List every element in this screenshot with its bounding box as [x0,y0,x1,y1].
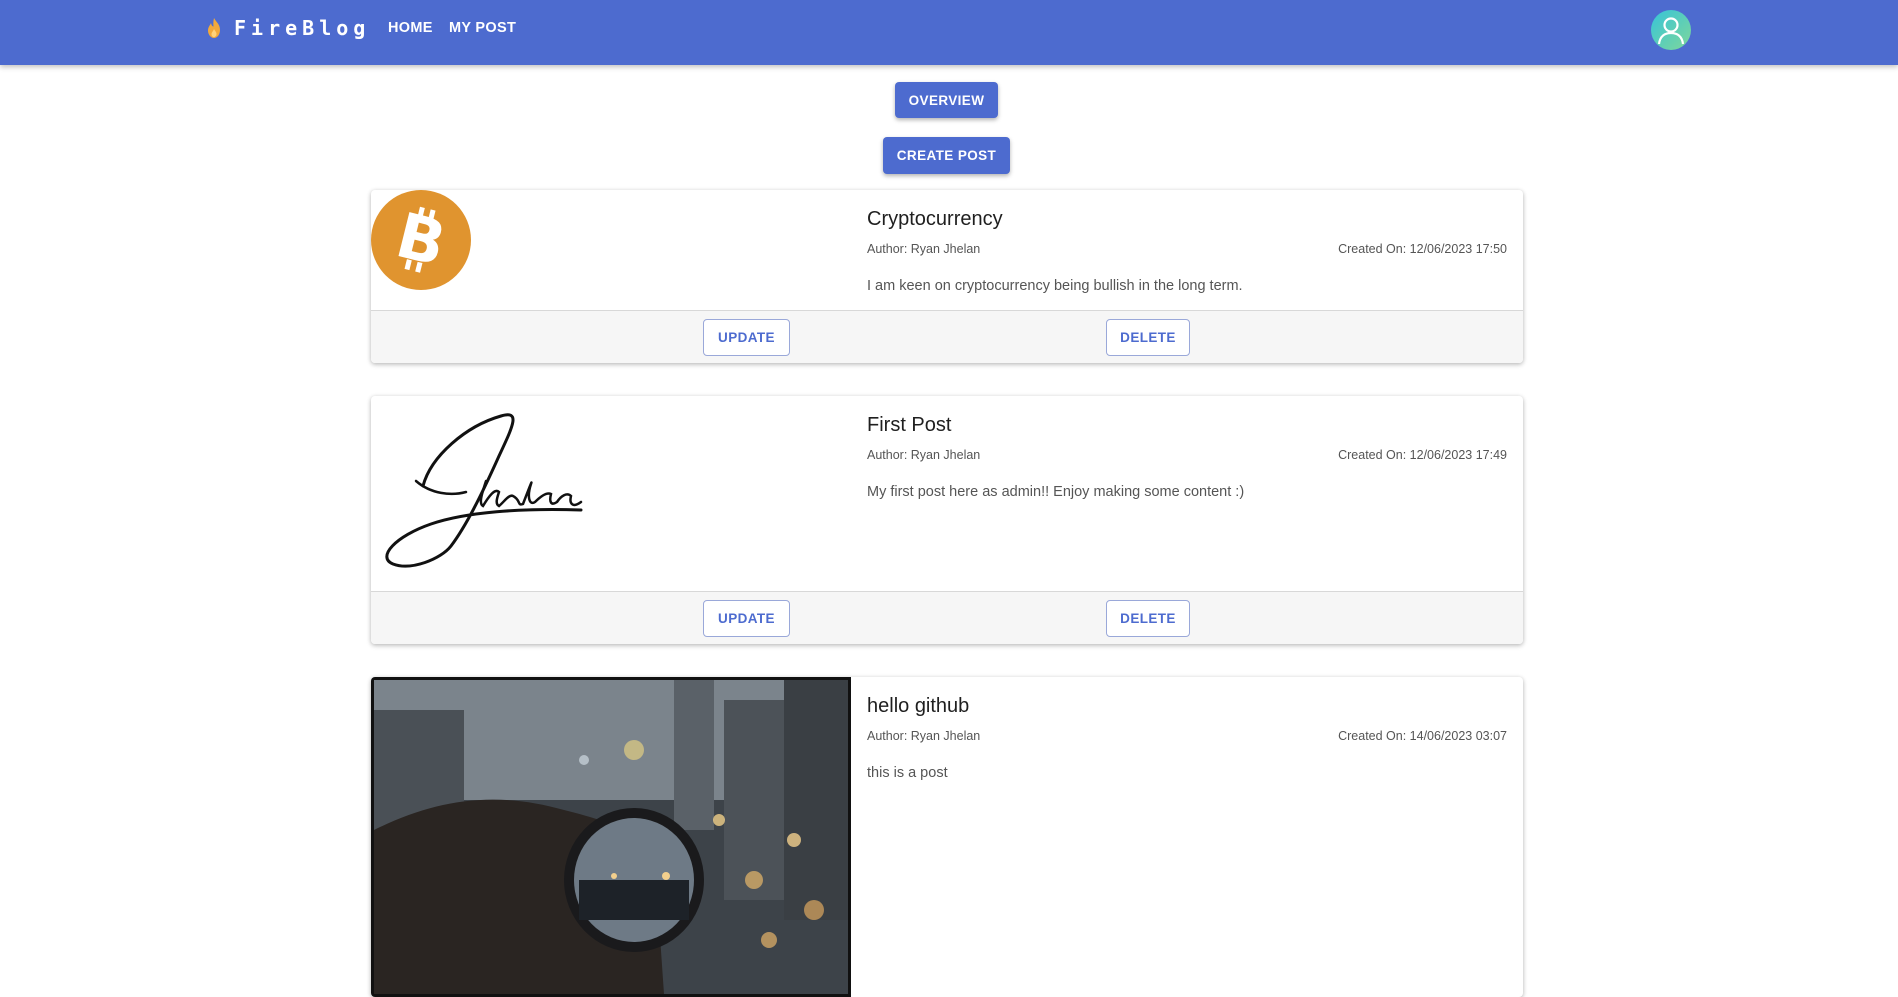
post-author: Author: Ryan Jhelan [867,242,981,256]
post-content: First Post Author: Ryan Jhelan Created O… [867,412,1507,500]
post-content: hello github Author: Ryan Jhelan Created… [867,693,1507,781]
post-content: Cryptocurrency Author: Ryan Jhelan Creat… [867,206,1507,294]
nav-home[interactable]: HOME [388,20,433,36]
post-author: Author: Ryan Jhelan [867,448,981,462]
post-card: hello github Author: Ryan Jhelan Created… [371,677,1523,997]
post-card: First Post Author: Ryan Jhelan Created O… [371,396,1523,644]
post-title: hello github [867,695,970,717]
delete-button[interactable]: DELETE [1106,600,1190,637]
post-body: I am keen on cryptocurrency being bullis… [867,278,1243,294]
brand-name: FireBlog [234,16,371,40]
update-button[interactable]: UPDATE [703,319,790,356]
post-card: B Cryptocurrency Author: Ryan Jhelan Cre… [371,190,1523,363]
brand-logo[interactable]: FireBlog [204,16,370,40]
nav-my-post[interactable]: MY POST [449,20,516,36]
post-author: Author: Ryan Jhelan [867,729,981,743]
post-title: Cryptocurrency [867,208,1003,230]
delete-button[interactable]: DELETE [1106,319,1190,356]
update-button[interactable]: UPDATE [703,600,790,637]
post-body: My first post here as admin!! Enjoy maki… [867,484,1245,500]
signature-image [385,413,583,568]
user-icon [1657,17,1685,45]
card-actions: UPDATE DELETE [371,591,1523,644]
user-avatar[interactable] [1651,10,1691,50]
bitcoin-logo: B [371,190,471,290]
create-post-button[interactable]: CREATE POST [883,137,1010,174]
overview-button[interactable]: OVERVIEW [895,82,998,118]
flame-icon [208,18,220,38]
post-title: First Post [867,414,952,436]
post-body: this is a post [867,765,948,781]
post-image [371,677,851,997]
post-date: Created On: 14/06/2023 03:07 [1338,729,1507,743]
post-date: Created On: 12/06/2023 17:50 [1338,242,1507,256]
card-actions: UPDATE DELETE [371,310,1523,363]
post-date: Created On: 12/06/2023 17:49 [1338,448,1507,462]
city-lens-photo [374,680,848,994]
app-bar: FireBlog HOME MY POST [0,0,1898,65]
